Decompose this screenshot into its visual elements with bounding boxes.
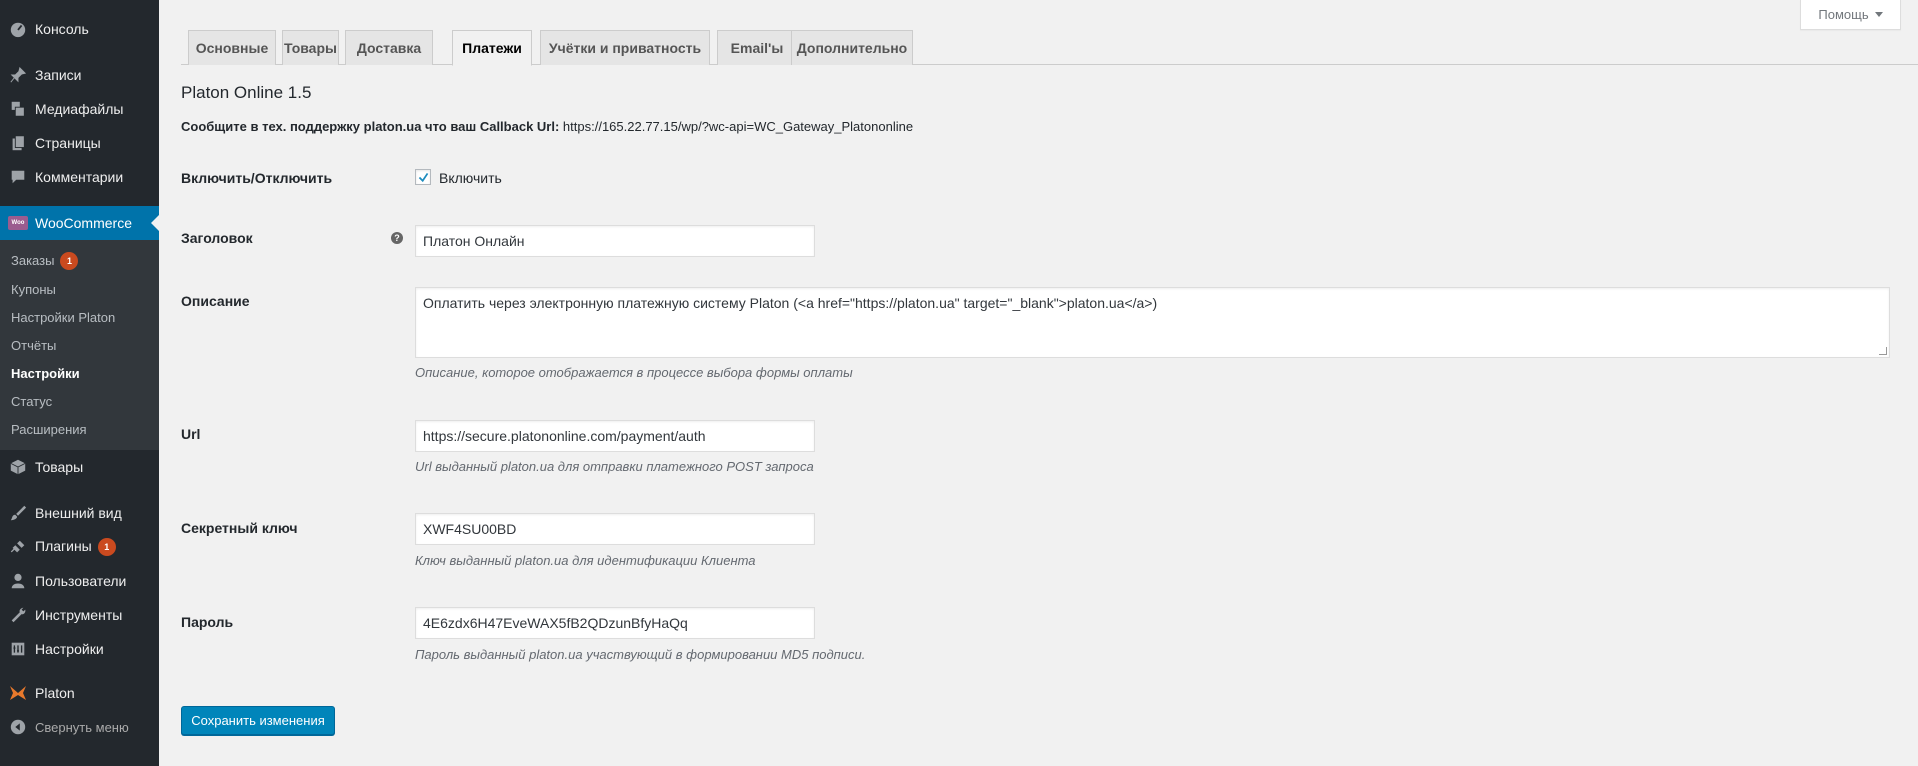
- checkmark-icon: [418, 172, 428, 182]
- submenu-item-settings[interactable]: Настройки: [11, 366, 80, 381]
- platon-logo-icon: [8, 683, 28, 703]
- resize-handle-icon[interactable]: [1879, 347, 1887, 355]
- dashboard-icon: [8, 19, 28, 39]
- user-icon: [8, 571, 28, 591]
- tab-shipping[interactable]: Доставка: [345, 30, 433, 65]
- menu-item-plugins[interactable]: Плагины 1: [0, 530, 159, 564]
- comment-icon: [8, 167, 28, 187]
- menu-label: Комментарии: [35, 169, 124, 185]
- woocommerce-logo-icon: Woo: [8, 213, 28, 233]
- caret-down-icon: [1874, 12, 1883, 17]
- collapse-menu-button[interactable]: Свернуть меню: [0, 710, 159, 744]
- menu-item-tools[interactable]: Инструменты: [0, 598, 159, 632]
- settings-icon: [8, 639, 28, 659]
- help-label: Помощь: [1818, 7, 1869, 22]
- enable-checkbox[interactable]: [415, 169, 431, 185]
- menu-item-dashboard[interactable]: Консоль: [0, 12, 159, 46]
- url-input[interactable]: https://secure.platononline.com/payment/…: [415, 420, 815, 452]
- menu-item-media[interactable]: Медиафайлы: [0, 92, 159, 126]
- description-label: Описание: [181, 293, 250, 309]
- notice-text: Сообщите в тех. поддержку platon.ua что …: [181, 119, 560, 134]
- enable-label: Включить/Отключить: [181, 170, 333, 186]
- submenu-item-platon-settings[interactable]: Настройки Platon: [11, 310, 115, 325]
- secret-key-label: Секретный ключ: [181, 520, 298, 536]
- menu-label: Platon: [35, 685, 75, 701]
- woo-logo-text: Woo: [8, 216, 28, 230]
- menu-item-pages[interactable]: Страницы: [0, 126, 159, 160]
- menu-item-woocommerce[interactable]: Woo WooCommerce: [0, 206, 159, 240]
- submenu-item-orders[interactable]: Заказы 1: [11, 252, 79, 270]
- save-changes-button[interactable]: Сохранить изменения: [181, 706, 335, 735]
- tab-advanced[interactable]: Дополнительно: [791, 30, 913, 65]
- collapse-arrow-icon: [8, 717, 28, 737]
- description-help-text: Описание, которое отображается в процесс…: [415, 365, 853, 380]
- submenu-label: Заказы: [11, 253, 55, 268]
- menu-label: WooCommerce: [35, 215, 132, 231]
- woocommerce-submenu: Заказы 1 Купоны Настройки Platon Отчёты Н…: [0, 240, 159, 450]
- url-label: Url: [181, 426, 201, 442]
- url-help-text: Url выданный platon.ua для отправки плат…: [415, 459, 814, 474]
- menu-item-comments[interactable]: Комментарии: [0, 160, 159, 194]
- description-textarea[interactable]: Оплатить через электронную платежную сис…: [415, 287, 1890, 358]
- tab-accounts-privacy[interactable]: Учётки и приватность: [540, 30, 710, 65]
- menu-label: Свернуть меню: [35, 719, 129, 735]
- password-input[interactable]: 4E6zdx6H47EveWAX5fB2QDzunBfyHaQq: [415, 607, 815, 639]
- tab-emails[interactable]: Email'ы: [717, 30, 797, 65]
- plugins-label: Плагины: [35, 538, 92, 554]
- settings-tabs: Основные Товары Доставка Платежи Учётки …: [181, 30, 1918, 66]
- menu-item-products[interactable]: Товары: [0, 450, 159, 484]
- menu-label: Консоль: [35, 21, 89, 37]
- menu-item-settings[interactable]: Настройки: [0, 632, 159, 666]
- secret-key-input[interactable]: XWF4SU00BD: [415, 513, 815, 545]
- submenu-item-coupons[interactable]: Купоны: [11, 282, 56, 297]
- menu-item-platon[interactable]: Platon: [0, 676, 159, 710]
- page-title: Platon Online 1.5: [181, 83, 312, 102]
- callback-url: https://165.22.77.15/wp/?wc-api=WC_Gatew…: [562, 119, 914, 134]
- callback-notice: Сообщите в тех. поддержку platon.ua что …: [181, 119, 913, 134]
- menu-label: Записи: [35, 67, 82, 83]
- password-label: Пароль: [181, 614, 234, 630]
- brush-icon: [8, 503, 28, 523]
- menu-label: Страницы: [35, 135, 101, 151]
- tab-products[interactable]: Товары: [282, 30, 339, 65]
- menu-label: Инструменты: [35, 607, 123, 623]
- pin-icon: [8, 65, 28, 85]
- menu-label: Настройки: [35, 641, 104, 657]
- menu-label: Внешний вид: [35, 505, 122, 521]
- menu-label: Плагины 1: [35, 538, 116, 556]
- submenu-item-extensions[interactable]: Расширения: [11, 422, 87, 437]
- secret-key-help-text: Ключ выданный platon.ua для идентификаци…: [415, 553, 756, 568]
- menu-item-users[interactable]: Пользователи: [0, 564, 159, 598]
- orders-count-badge: 1: [60, 252, 79, 270]
- help-button[interactable]: Помощь: [1800, 0, 1901, 30]
- password-help-text: Пароль выданный platon.ua участвующий в …: [415, 647, 866, 662]
- menu-item-posts[interactable]: Записи: [0, 58, 159, 92]
- enable-checkbox-label[interactable]: Включить: [439, 170, 502, 186]
- title-label: Заголовок: [181, 230, 253, 246]
- media-icon: [8, 99, 28, 119]
- tab-payments[interactable]: Платежи: [452, 30, 532, 66]
- menu-label: Медиафайлы: [35, 101, 124, 117]
- menu-item-appearance[interactable]: Внешний вид: [0, 496, 159, 530]
- wrench-icon: [8, 605, 28, 625]
- description-value: Оплатить через электронную платежную сис…: [423, 295, 1158, 311]
- help-tip-icon[interactable]: ?: [391, 232, 403, 244]
- tab-general[interactable]: Основные: [188, 30, 276, 65]
- admin-sidebar: Консоль Записи Медиафайлы Страницы Комме…: [0, 0, 159, 766]
- submenu-item-reports[interactable]: Отчёты: [11, 338, 56, 353]
- plugins-update-badge: 1: [97, 538, 116, 556]
- menu-label: Пользователи: [35, 573, 127, 589]
- menu-label: Товары: [35, 459, 84, 475]
- page-icon: [8, 133, 28, 153]
- title-input[interactable]: Платон Онлайн: [415, 225, 815, 257]
- plugin-icon: [8, 537, 28, 557]
- submenu-item-status[interactable]: Статус: [11, 394, 52, 409]
- box-icon: [8, 457, 28, 477]
